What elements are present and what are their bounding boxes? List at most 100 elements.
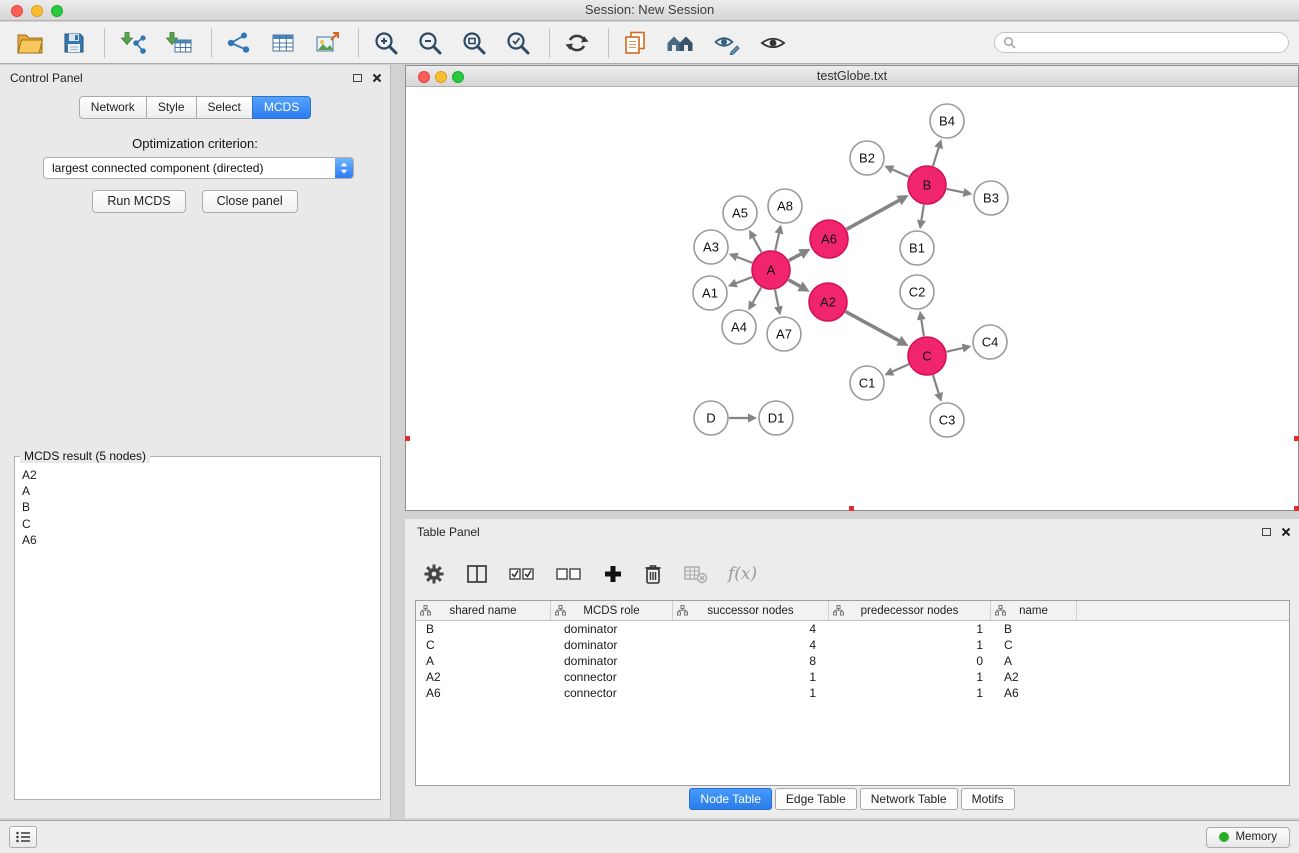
graph-edge-A2-C[interactable] <box>846 312 899 341</box>
import-table-button[interactable] <box>163 29 195 57</box>
column-header-shared-name[interactable]: shared name <box>416 601 551 620</box>
graph-edge-B-B3[interactable] <box>947 189 964 192</box>
selection-handle[interactable] <box>1294 436 1299 441</box>
save-session-button[interactable] <box>60 29 88 57</box>
tab-mcds[interactable]: MCDS <box>252 96 311 119</box>
graph-edge-B-B2[interactable] <box>893 169 909 176</box>
graph-edge-C-C1[interactable] <box>893 364 909 371</box>
search-input[interactable] <box>1021 36 1280 50</box>
graph-edge-A-A7[interactable] <box>775 290 778 307</box>
selection-handle[interactable] <box>405 436 410 441</box>
graph-edge-A-A5[interactable] <box>753 238 761 253</box>
export-image-button[interactable] <box>312 29 342 57</box>
network-graph[interactable]: B4 B2 B B3 A8 A5 A6 A3 B1 A C2 A1 A2 A4 A7 C4 C C1 C3 D D1 <box>406 87 1298 510</box>
graph-edge-A6-B[interactable] <box>847 200 899 229</box>
result-item[interactable]: A <box>15 483 380 499</box>
maximize-network-button[interactable] <box>452 71 464 83</box>
tab-select[interactable]: Select <box>196 96 253 119</box>
graph-edge-B-B4[interactable] <box>933 148 939 166</box>
table-settings-button[interactable] <box>423 563 445 585</box>
memory-button[interactable]: Memory <box>1206 827 1290 848</box>
graph-node-A4[interactable]: A4 <box>722 310 756 344</box>
show-graphics-button[interactable] <box>757 30 789 56</box>
annotation-mode-button[interactable] <box>711 29 743 57</box>
graph-edge-A-A8[interactable] <box>775 233 779 250</box>
graph-edge-A-A1[interactable] <box>736 277 752 283</box>
column-header-mcds-role[interactable]: MCDS role <box>551 601 673 620</box>
float-table-panel-icon[interactable] <box>1262 528 1271 536</box>
graph-node-A[interactable]: A <box>752 251 790 289</box>
column-visibility-button[interactable] <box>466 564 488 584</box>
close-panel-icon[interactable] <box>372 73 382 83</box>
run-mcds-button[interactable]: Run MCDS <box>92 190 185 213</box>
copy-document-button[interactable] <box>621 28 649 58</box>
graph-node-A5[interactable]: A5 <box>723 196 757 230</box>
graph-node-A3[interactable]: A3 <box>694 230 728 264</box>
result-item[interactable]: C <box>15 516 380 532</box>
graph-edge-A-A6[interactable] <box>789 254 801 260</box>
column-header-predecessor-nodes[interactable]: predecessor nodes <box>829 601 991 620</box>
result-item[interactable]: A2 <box>15 467 380 483</box>
delete-columns-button[interactable] <box>644 563 662 585</box>
graph-node-D1[interactable]: D1 <box>759 401 793 435</box>
graph-node-D[interactable]: D <box>694 401 728 435</box>
tab-node-table[interactable]: Node Table <box>689 788 772 810</box>
close-network-button[interactable] <box>418 71 430 83</box>
close-panel-button[interactable]: Close panel <box>202 190 298 213</box>
graph-node-A1[interactable]: A1 <box>693 276 727 310</box>
graph-edge-A-A4[interactable] <box>753 287 762 302</box>
result-item[interactable]: A6 <box>15 532 380 548</box>
graph-node-A2[interactable]: A2 <box>809 283 847 321</box>
table-row[interactable]: Bdominator41B <box>416 621 1289 637</box>
table-row[interactable]: Cdominator41C <box>416 637 1289 653</box>
minimize-window-button[interactable] <box>31 5 43 17</box>
select-all-rows-button[interactable] <box>509 566 535 582</box>
graph-edge-C-C3[interactable] <box>933 375 939 393</box>
float-panel-icon[interactable] <box>353 74 362 82</box>
column-header-successor-nodes[interactable]: successor nodes <box>673 601 829 620</box>
graph-node-C2[interactable]: C2 <box>900 275 934 309</box>
graph-node-C3[interactable]: C3 <box>930 403 964 437</box>
add-column-button[interactable] <box>603 564 623 584</box>
table-row[interactable]: A2connector11A2 <box>416 669 1289 685</box>
zoom-out-button[interactable] <box>415 28 445 58</box>
graph-node-B2[interactable]: B2 <box>850 141 884 175</box>
selection-handle[interactable] <box>1294 506 1299 511</box>
refresh-network-button[interactable] <box>562 28 592 58</box>
tab-style[interactable]: Style <box>146 96 197 119</box>
deselect-all-rows-button[interactable] <box>556 566 582 582</box>
graph-node-A7[interactable]: A7 <box>767 317 801 351</box>
tab-network-table[interactable]: Network Table <box>860 788 958 810</box>
graph-node-B1[interactable]: B1 <box>900 231 934 265</box>
home-button[interactable] <box>663 29 697 57</box>
graph-node-B4[interactable]: B4 <box>930 104 964 138</box>
optimization-criterion-dropdown[interactable]: largest connected component (directed) <box>43 157 354 179</box>
import-network-button[interactable] <box>117 29 149 57</box>
graph-node-B[interactable]: B <box>908 166 946 204</box>
graph-node-A6[interactable]: A6 <box>810 220 848 258</box>
graph-edge-C-C2[interactable] <box>921 320 924 337</box>
graph-node-A8[interactable]: A8 <box>768 189 802 223</box>
tab-edge-table[interactable]: Edge Table <box>775 788 857 810</box>
new-table-button[interactable] <box>268 29 298 57</box>
graph-node-C4[interactable]: C4 <box>973 325 1007 359</box>
graph-node-C[interactable]: C <box>908 337 946 375</box>
search-box[interactable] <box>994 32 1289 53</box>
tab-network[interactable]: Network <box>79 96 147 119</box>
graph-node-B3[interactable]: B3 <box>974 181 1008 215</box>
zoom-in-button[interactable] <box>371 28 401 58</box>
network-canvas[interactable]: B4 B2 B B3 A8 A5 A6 A3 B1 A C2 A1 A2 A4 A7 C4 C C1 C3 D D1 <box>406 87 1298 510</box>
close-window-button[interactable] <box>11 5 23 17</box>
delete-table-button[interactable] <box>683 564 707 584</box>
maximize-window-button[interactable] <box>51 5 63 17</box>
panel-list-button[interactable] <box>9 826 37 848</box>
close-table-panel-icon[interactable] <box>1281 527 1291 537</box>
column-header-name[interactable]: name <box>991 601 1077 620</box>
zoom-fit-button[interactable] <box>459 28 489 58</box>
minimize-network-button[interactable] <box>435 71 447 83</box>
graph-node-C1[interactable]: C1 <box>850 366 884 400</box>
selection-handle[interactable] <box>849 506 854 511</box>
table-row[interactable]: A6connector11A6 <box>416 685 1289 701</box>
result-item[interactable]: B <box>15 499 380 515</box>
tab-motifs[interactable]: Motifs <box>961 788 1015 810</box>
